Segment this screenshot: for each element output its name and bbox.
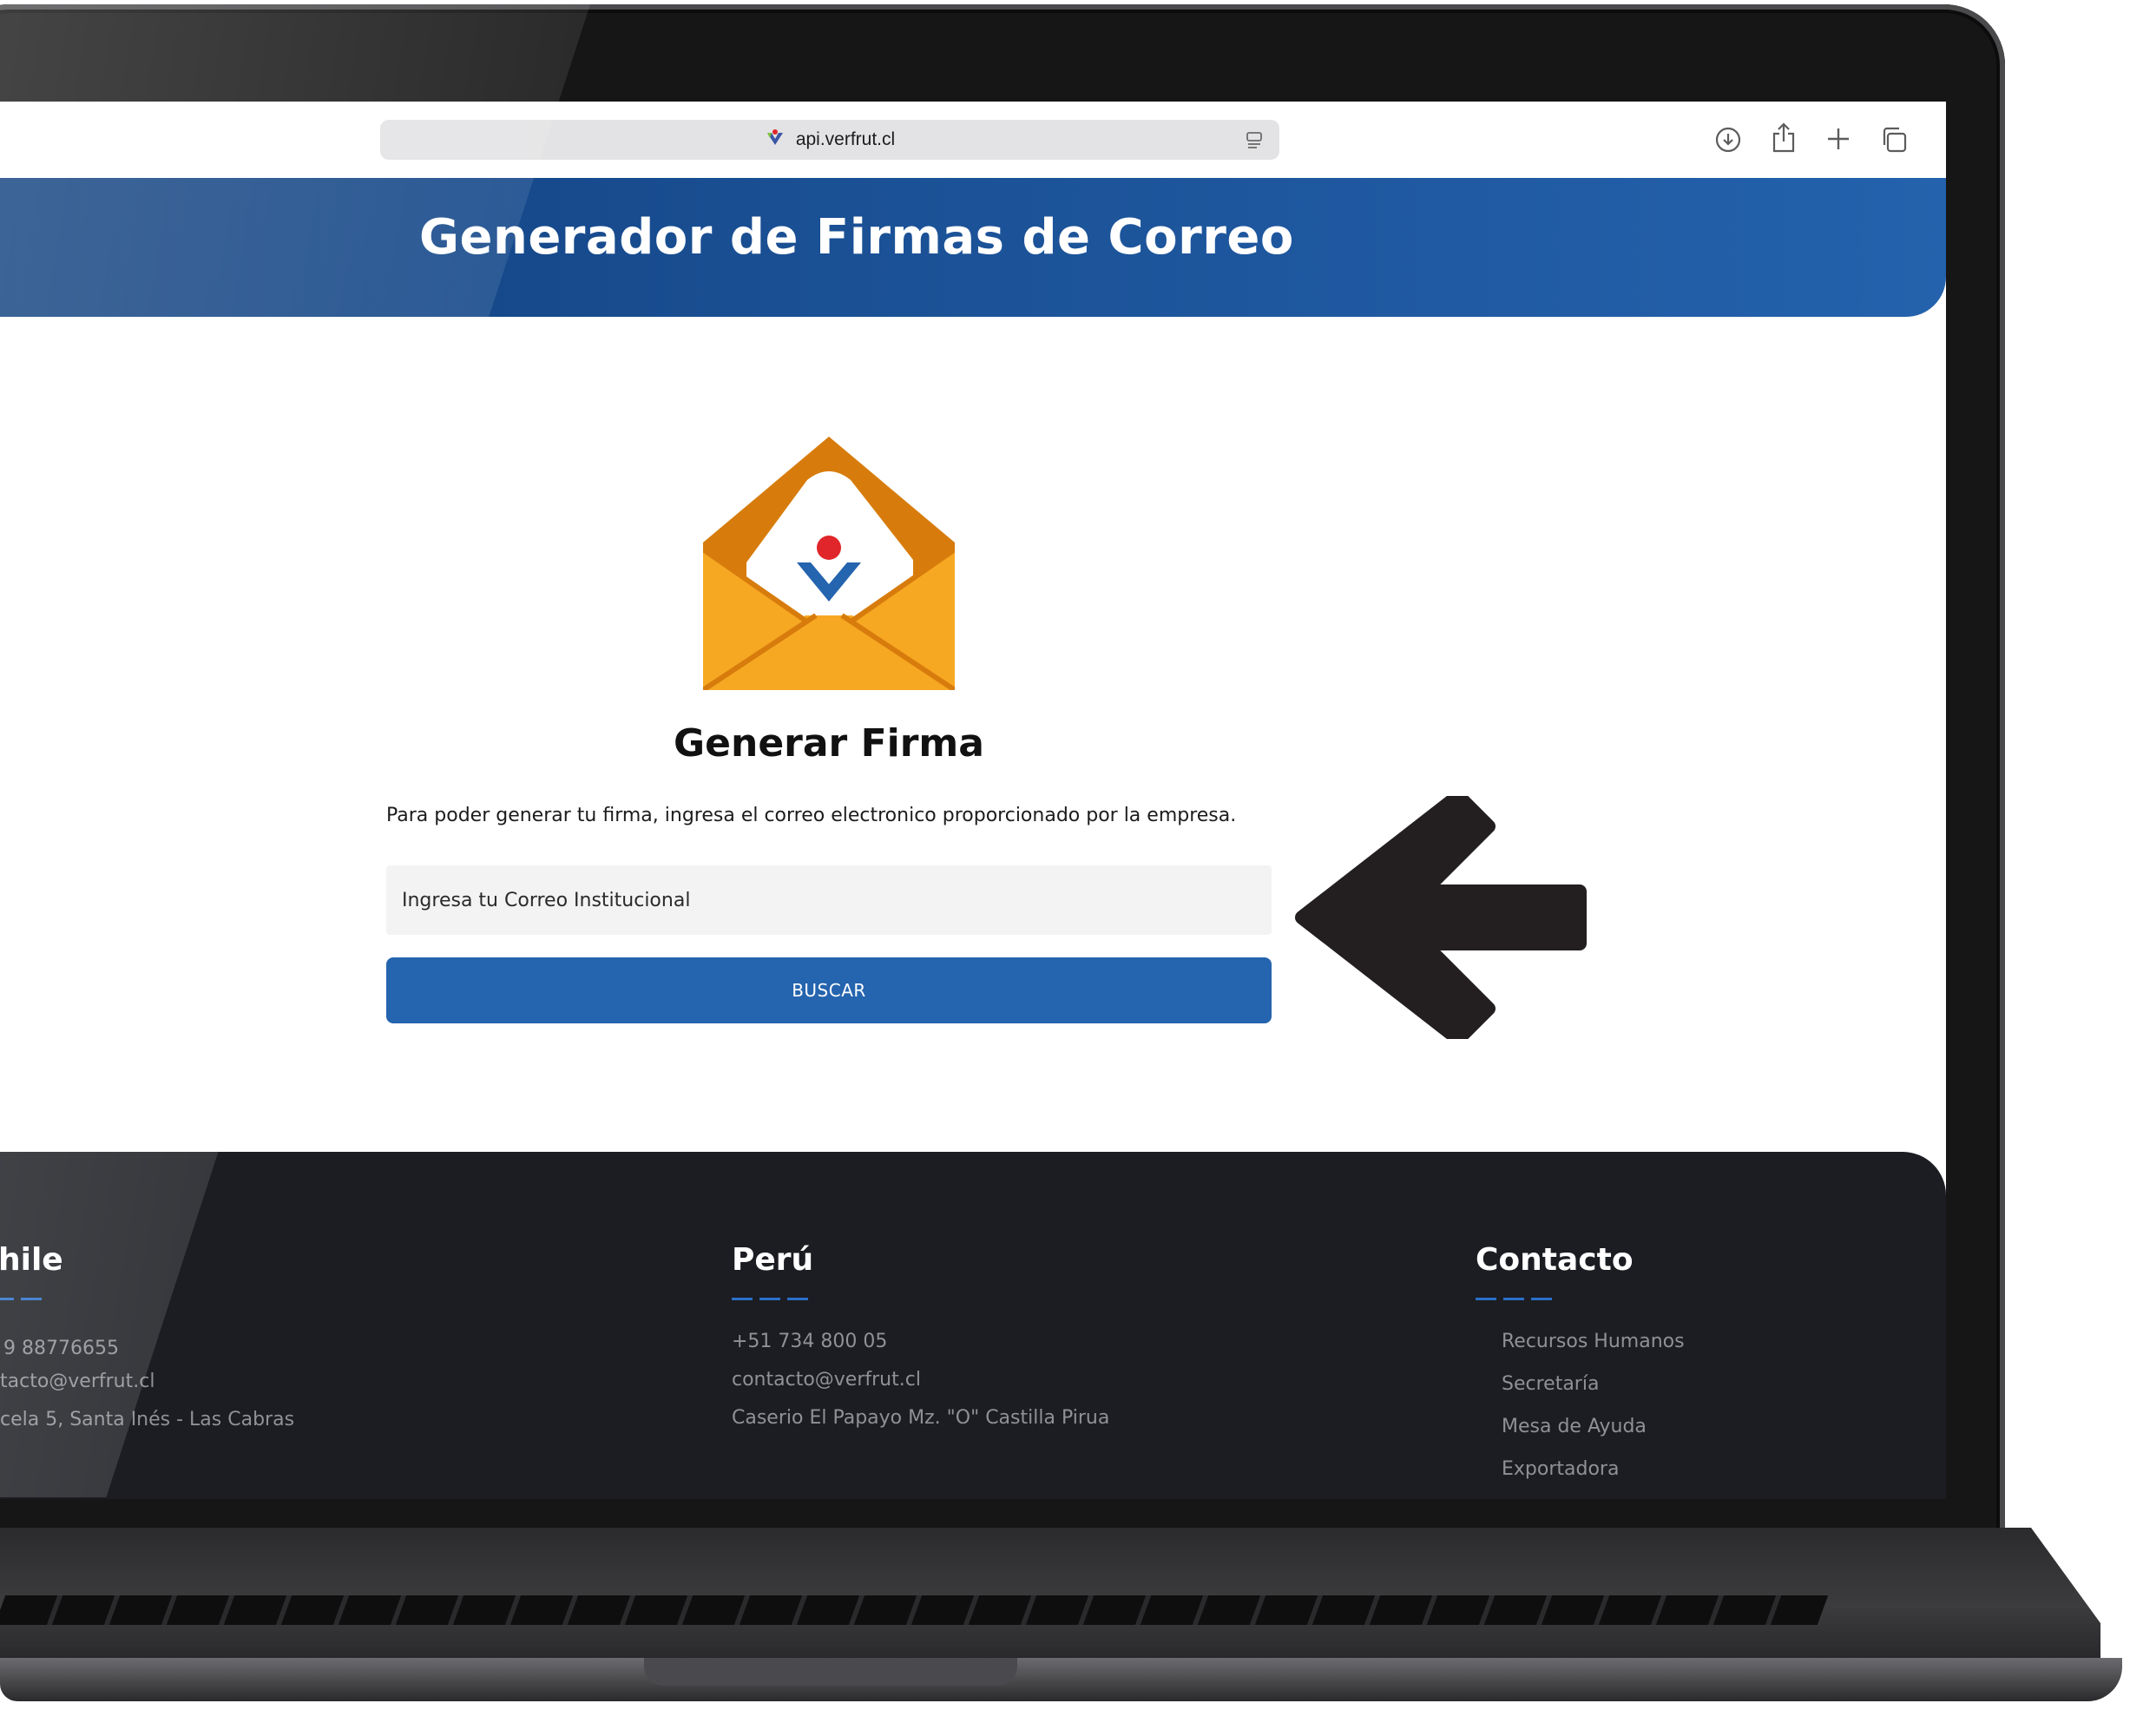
footer-link-mesa-de-ayuda[interactable]: Mesa de Ayuda <box>1502 1416 1647 1437</box>
footer-line-peru-phone: +51 734 800 05 <box>732 1331 888 1352</box>
laptop-screen: api.verfrut.cl Generador de Firmas de Co… <box>0 102 1946 1499</box>
keyboard-keys <box>0 1595 1829 1625</box>
footer-underline <box>0 1298 42 1300</box>
footer-underline <box>1476 1298 1552 1300</box>
reader-icon[interactable] <box>1245 130 1264 153</box>
laptop-base <box>0 1528 2130 1736</box>
email-input[interactable] <box>386 865 1272 935</box>
envelope-logo-icon <box>701 437 957 694</box>
page-header: Generador de Firmas de Correo <box>0 178 1946 317</box>
footer-line-peru-email[interactable]: contacto@verfrut.cl <box>732 1369 921 1391</box>
laptop-base-edge <box>0 1658 2122 1701</box>
footer-line-chile-address: cela 5, Santa Inés - Las Cabras <box>0 1409 295 1430</box>
footer-line-chile-email[interactable]: tacto@verfrut.cl <box>0 1371 154 1392</box>
verfrut-favicon-icon <box>765 128 786 152</box>
footer-link-exportadora[interactable]: Exportadora <box>1502 1458 1619 1480</box>
address-bar[interactable]: api.verfrut.cl <box>380 120 1279 160</box>
section-title: Generar Firma <box>674 721 984 766</box>
footer-heading-peru: Perú <box>732 1242 814 1278</box>
footer-heading-chile: hile <box>0 1242 63 1278</box>
tabs-icon[interactable] <box>1880 126 1908 157</box>
footer: hile 9 88776655 tacto@verfrut.cl cela 5,… <box>0 1152 1946 1499</box>
page-title: Generador de Firmas de Correo <box>419 209 1294 266</box>
footer-link-secretaria[interactable]: Secretaría <box>1502 1373 1599 1395</box>
search-button[interactable]: BUSCAR <box>386 957 1272 1023</box>
keyboard-deck <box>0 1528 2100 1658</box>
footer-line-chile-phone: 9 88776655 <box>3 1338 119 1359</box>
url-text: api.verfrut.cl <box>795 129 896 149</box>
footer-heading-contacto: Contacto <box>1476 1242 1634 1278</box>
lid-notch <box>644 1658 1017 1686</box>
download-icon[interactable] <box>1714 126 1742 157</box>
instructions-text: Para poder generar tu firma, ingresa el … <box>386 805 1237 826</box>
share-icon[interactable] <box>1771 121 1797 157</box>
browser-toolbar: api.verfrut.cl <box>0 102 1946 178</box>
footer-line-peru-address: Caserio El Papayo Mz. "O" Castilla Pirua <box>732 1407 1110 1429</box>
footer-underline <box>732 1298 808 1300</box>
new-tab-icon[interactable] <box>1825 126 1851 155</box>
footer-link-recursos-humanos[interactable]: Recursos Humanos <box>1502 1331 1685 1352</box>
arrow-left-icon <box>1293 789 1640 1046</box>
